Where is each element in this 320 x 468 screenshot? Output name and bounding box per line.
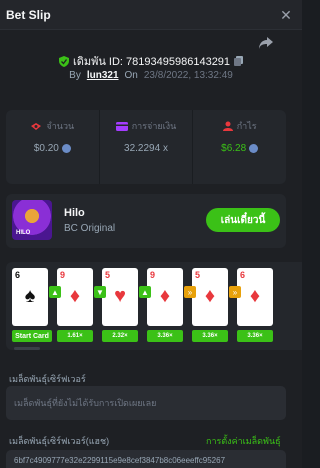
hilo-rounds-panel: 6 ♠ Start Card 9 ♦ 1.61× ▲ 5 ♥ 2.32× ▼ 9 ♦ 3.36× ▲ 5 ♦ 3.… — [6, 262, 302, 350]
server-seed-hash-label: เมล็ดพันธุ์เซิร์ฟเวอร์(แฮช) — [9, 436, 110, 446]
by-label: By — [69, 70, 81, 81]
copy-icon[interactable] — [234, 56, 244, 66]
card-rank: 6 — [240, 270, 246, 280]
game-card: HILO Hilo BC Original เล่นเดี๋ยวนี้ — [6, 194, 286, 248]
higher-arrow-icon: ▲ — [49, 286, 61, 298]
bet-datetime: 23/8/2022, 13:32:49 — [143, 70, 233, 81]
share-icon[interactable] — [258, 36, 274, 50]
bet-slip-header: Bet Slip ✕ — [0, 0, 302, 30]
card-rank: 6 — [15, 270, 21, 280]
seed-settings-link[interactable]: การตั้งค่าเมล็ดพันธุ์ — [206, 434, 281, 448]
stat-payout-value: 32.2294 x — [124, 143, 168, 154]
playing-card: 5 ♥ — [102, 268, 138, 326]
stat-profit-label: กำไร — [236, 121, 257, 131]
stat-profit-value: $6.28 — [221, 143, 247, 154]
profit-icon — [222, 121, 233, 131]
round-multiplier: Start Card — [12, 330, 52, 342]
playing-card: 9 ♦ — [57, 268, 93, 326]
round-card: 5 ♦ 3.36× — [192, 268, 228, 342]
round-multiplier: 3.36× — [237, 330, 273, 342]
game-thumbnail-text: HILO — [16, 230, 31, 236]
lower-arrow-icon: ▼ — [94, 286, 106, 298]
stat-payout-label: การจ่ายเงิน — [131, 121, 177, 131]
round-multiplier: 3.36× — [147, 330, 183, 342]
playing-card: 5 ♦ — [192, 268, 228, 326]
server-seed-field[interactable]: เมล็ดพันธุ์ที่ยังไม่ได้รับการเปิดเผยเลย — [6, 386, 286, 420]
round-multiplier: 2.32× — [102, 330, 138, 342]
stat-amount-label: จำนวน — [46, 121, 75, 131]
stat-amount: จำนวน $0.20 — [6, 110, 100, 184]
server-seed-label: เมล็ดพันธุ์เซิร์ฟเวอร์ — [9, 374, 86, 384]
on-label: On — [124, 70, 138, 81]
stat-payout: การจ่ายเงิน 32.2294 x — [100, 110, 194, 184]
stat-profit: กำไร $6.28 — [193, 110, 286, 184]
skip-arrow-icon: » — [184, 286, 196, 298]
page-title: Bet Slip — [6, 7, 51, 22]
round-multiplier: 1.61× — [57, 330, 93, 342]
higher-arrow-icon: ▲ — [139, 286, 151, 298]
card-rank: 9 — [60, 270, 66, 280]
round-card: 9 ♦ 1.61× — [57, 268, 93, 342]
card-rank: 5 — [105, 270, 111, 280]
bet-stats: จำนวน $0.20 การจ่ายเงิน 32.2294 x กำไร $… — [6, 110, 286, 184]
bet-id: เดิมพัน ID: 78193495986143291 — [72, 56, 231, 68]
stat-amount-value: $0.20 — [33, 143, 59, 154]
playing-card: 6 ♠ — [12, 268, 48, 326]
play-now-button[interactable]: เล่นเดี๋ยวนี้ — [206, 208, 280, 232]
playing-card: 6 ♦ — [237, 268, 273, 326]
coin-icon — [61, 144, 71, 153]
card-suit-icon: ♦ — [249, 285, 261, 307]
card-suit-icon: ♦ — [204, 285, 216, 307]
card-rank: 9 — [150, 270, 156, 280]
card-suit-icon: ♠ — [24, 285, 36, 307]
horizontal-scrollbar[interactable] — [14, 347, 40, 350]
coin-icon — [249, 144, 259, 153]
shield-check-icon — [58, 55, 69, 67]
round-card: 9 ♦ 3.36× — [147, 268, 183, 342]
bet-author-row: By lun321 On 23/8/2022, 13:32:49 — [0, 70, 302, 81]
playing-card: 9 ♦ — [147, 268, 183, 326]
username-link[interactable]: lun321 — [87, 70, 119, 81]
card-suit-icon: ♦ — [69, 285, 81, 307]
wallet-icon — [115, 121, 128, 131]
round-multiplier: 3.36× — [192, 330, 228, 342]
card-rank: 5 — [195, 270, 201, 280]
skip-arrow-icon: » — [229, 286, 241, 298]
card-suit-icon: ♥ — [114, 285, 126, 307]
game-provider: BC Original — [64, 223, 116, 234]
game-name: Hilo — [64, 207, 85, 219]
round-card: 6 ♦ 3.36× — [237, 268, 273, 342]
close-icon[interactable]: ✕ — [278, 8, 294, 22]
card-suit-icon: ♦ — [159, 285, 171, 307]
round-card: 5 ♥ 2.32× — [102, 268, 138, 342]
bet-id-row: เดิมพัน ID: 78193495986143291 — [0, 52, 302, 70]
server-seed-hash-field[interactable]: 6bf7c4909777e32e2299115e9e8cef3847b8c06e… — [6, 450, 286, 468]
money-icon — [31, 122, 42, 130]
round-card: 6 ♠ Start Card — [12, 268, 52, 342]
game-thumbnail[interactable]: HILO — [12, 200, 52, 240]
